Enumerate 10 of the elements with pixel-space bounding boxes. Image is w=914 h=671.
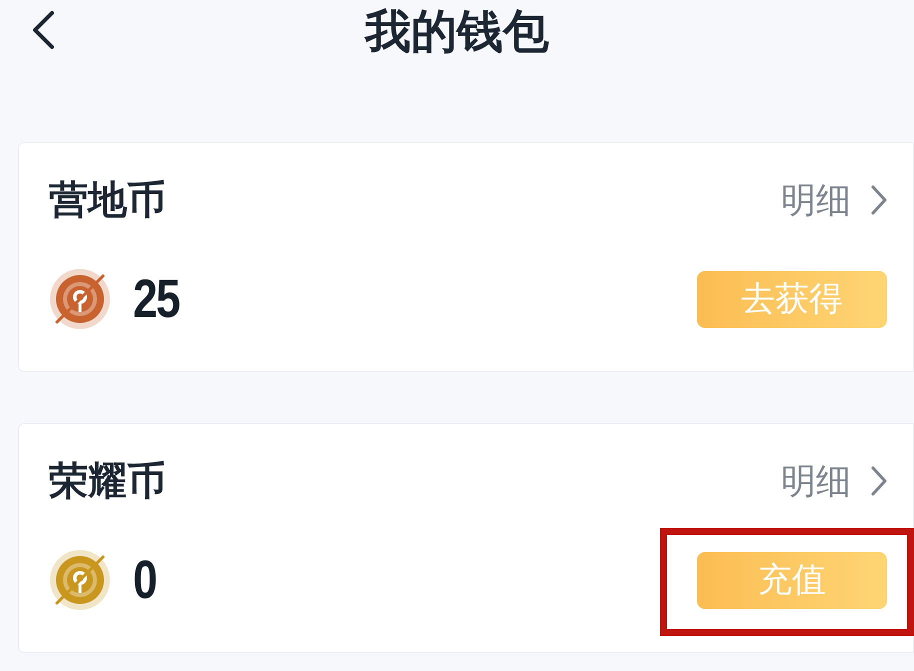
details-link[interactable]: 明细: [781, 182, 887, 218]
wallet-name: 荣耀币: [49, 462, 166, 500]
chevron-right-icon: [871, 185, 887, 215]
page-title: 我的钱包: [365, 8, 549, 54]
details-link[interactable]: 明细: [781, 464, 887, 498]
wallet-name: 营地币: [49, 180, 166, 220]
balance-amount: 0: [133, 553, 156, 607]
chevron-right-icon: [871, 466, 887, 496]
balance-amount: 25: [133, 272, 179, 326]
back-icon[interactable]: [30, 10, 56, 50]
